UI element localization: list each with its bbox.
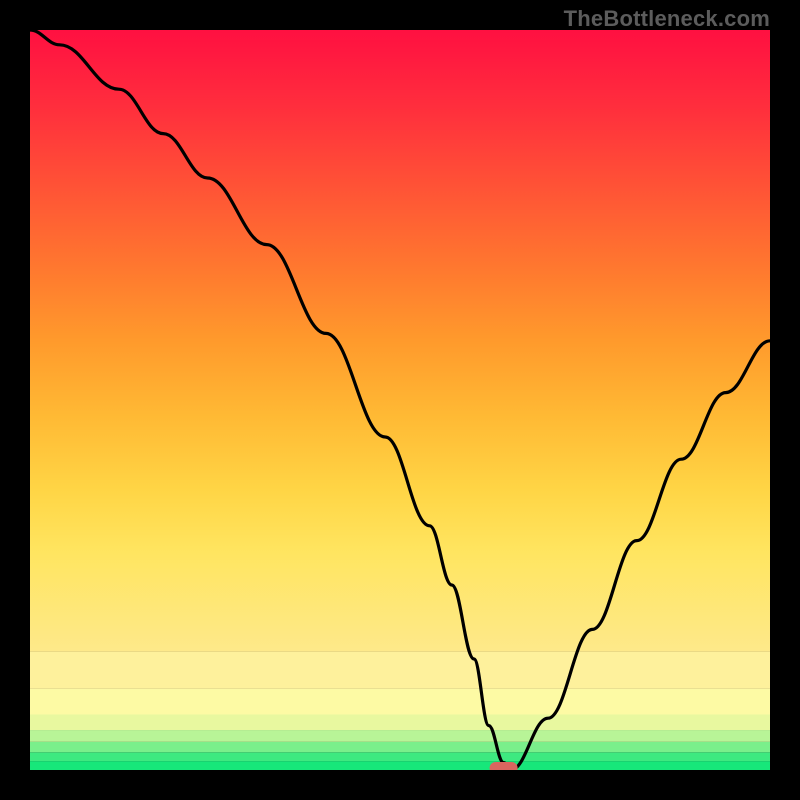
color-band [30, 689, 770, 715]
bottleneck-chart-svg [30, 30, 770, 770]
plot-area [30, 30, 770, 770]
chart-container: TheBottleneck.com [0, 0, 800, 800]
color-band [30, 752, 770, 761]
color-band [30, 652, 770, 689]
watermark-text: TheBottleneck.com [564, 6, 770, 32]
color-band [30, 730, 770, 742]
color-band [30, 761, 770, 770]
optimal-marker [490, 762, 518, 770]
color-band [30, 30, 770, 652]
color-band [30, 715, 770, 731]
color-band [30, 742, 770, 752]
